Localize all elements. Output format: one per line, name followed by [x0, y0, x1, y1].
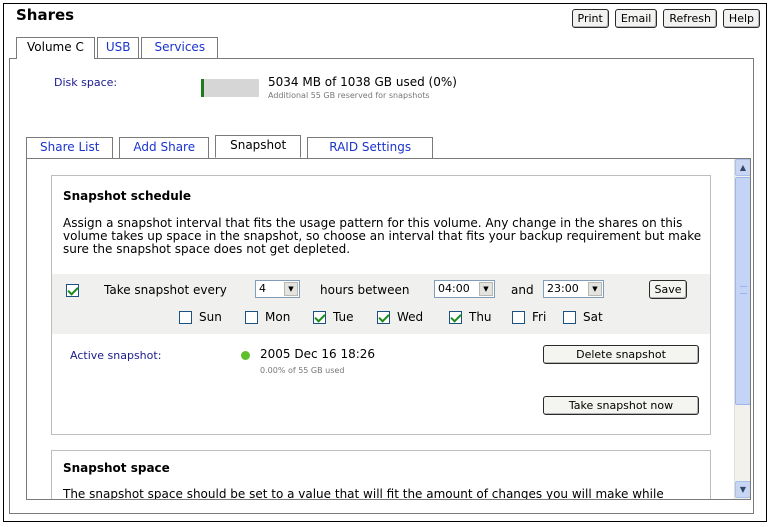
chevron-down-icon: ▼	[284, 282, 298, 296]
vertical-scrollbar[interactable]: ▲ ▼	[734, 159, 750, 499]
refresh-button[interactable]: Refresh	[663, 9, 717, 28]
day-mon-label: Mon	[265, 310, 291, 324]
start-time-value: 04:00	[438, 282, 470, 295]
snapshot-space-title: Snapshot space	[63, 461, 170, 475]
header-toolbar: Print Email Refresh Help	[571, 9, 760, 28]
tab-share-list[interactable]: Share List	[26, 137, 114, 158]
day-tue-checkbox[interactable]	[313, 310, 326, 324]
day-tue[interactable]: Tue	[313, 310, 354, 324]
snapshot-panel: Snapshot schedule Assign a snapshot inte…	[26, 158, 751, 500]
day-wed[interactable]: Wed	[377, 310, 423, 324]
day-thu-label: Thu	[469, 310, 492, 324]
grip-icon	[740, 286, 747, 294]
day-fri-label: Fri	[532, 310, 547, 324]
scroll-up-icon[interactable]: ▲	[735, 159, 750, 176]
weekday-row: Sun Mon Tue Wed Thu Fri Sat	[179, 310, 639, 326]
scroll-down-icon[interactable]: ▼	[735, 481, 750, 498]
start-time-select[interactable]: 04:00 ▼	[434, 280, 495, 298]
day-sat-label: Sat	[583, 310, 603, 324]
chevron-down-icon: ▼	[479, 282, 493, 296]
chevron-down-icon: ▼	[588, 282, 602, 296]
day-fri-checkbox[interactable]	[512, 310, 525, 324]
tab-add-share[interactable]: Add Share	[119, 137, 210, 158]
save-button[interactable]: Save	[649, 280, 687, 299]
volume-tabs: Volume C USB Services	[16, 37, 220, 59]
hours-between-label: hours between	[320, 283, 410, 297]
day-fri[interactable]: Fri	[512, 310, 546, 324]
tab-usb[interactable]: USB	[96, 37, 140, 58]
snapshot-schedule-section: Snapshot schedule Assign a snapshot inte…	[51, 175, 711, 435]
snapshot-schedule-description: Assign a snapshot interval that fits the…	[63, 216, 702, 256]
day-wed-label: Wed	[397, 310, 424, 324]
help-button[interactable]: Help	[722, 9, 760, 28]
tab-raid-settings[interactable]: RAID Settings	[307, 137, 434, 158]
active-snapshot-usage: 0.00% of 55 GB used	[260, 366, 345, 375]
take-snapshot-checkbox[interactable]	[66, 284, 79, 297]
status-dot-icon	[241, 351, 250, 360]
day-sat[interactable]: Sat	[563, 310, 603, 324]
end-time-select[interactable]: 23:00 ▼	[543, 280, 604, 298]
tab-snapshot[interactable]: Snapshot	[215, 135, 302, 158]
day-tue-label: Tue	[333, 310, 354, 324]
day-thu-checkbox[interactable]	[449, 310, 462, 324]
day-sun-checkbox[interactable]	[179, 310, 192, 324]
print-button[interactable]: Print	[571, 9, 609, 28]
tab-volume-c[interactable]: Volume C	[16, 37, 95, 59]
day-sun[interactable]: Sun	[179, 310, 222, 324]
day-thu[interactable]: Thu	[449, 310, 492, 324]
snapshot-space-section: Snapshot space The snapshot space should…	[51, 450, 711, 500]
share-tabs: Share List Add Share Snapshot RAID Setti…	[26, 135, 439, 160]
interval-select[interactable]: 4 ▼	[255, 280, 300, 298]
interval-value: 4	[259, 282, 266, 295]
disk-usage-text: 5034 MB of 1038 GB used (0%)	[268, 75, 457, 89]
end-time-value: 23:00	[547, 282, 579, 295]
day-sun-label: Sun	[199, 310, 222, 324]
active-snapshot-date: 2005 Dec 16 18:26	[260, 347, 376, 361]
day-sat-checkbox[interactable]	[563, 310, 576, 324]
email-button[interactable]: Email	[614, 9, 658, 28]
snapshot-schedule-title: Snapshot schedule	[63, 189, 192, 203]
page-title: Shares	[16, 6, 75, 24]
disk-space-label: Disk space:	[54, 76, 118, 89]
take-snapshot-now-button[interactable]: Take snapshot now	[543, 396, 699, 415]
delete-snapshot-button[interactable]: Delete snapshot	[543, 345, 699, 364]
day-wed-checkbox[interactable]	[377, 310, 390, 324]
snapshot-space-description: The snapshot space should be set to a va…	[63, 487, 664, 500]
tab-services[interactable]: Services	[141, 37, 219, 58]
day-mon-checkbox[interactable]	[245, 310, 258, 324]
scrollbar-thumb[interactable]	[735, 177, 750, 405]
disk-reserved-text: Additional 55 GB reserved for snapshots	[268, 91, 430, 100]
and-label: and	[511, 283, 534, 297]
take-every-label: Take snapshot every	[104, 283, 227, 297]
active-snapshot-label: Active snapshot:	[70, 349, 162, 362]
day-mon[interactable]: Mon	[245, 310, 290, 324]
disk-usage-bar	[201, 79, 259, 97]
